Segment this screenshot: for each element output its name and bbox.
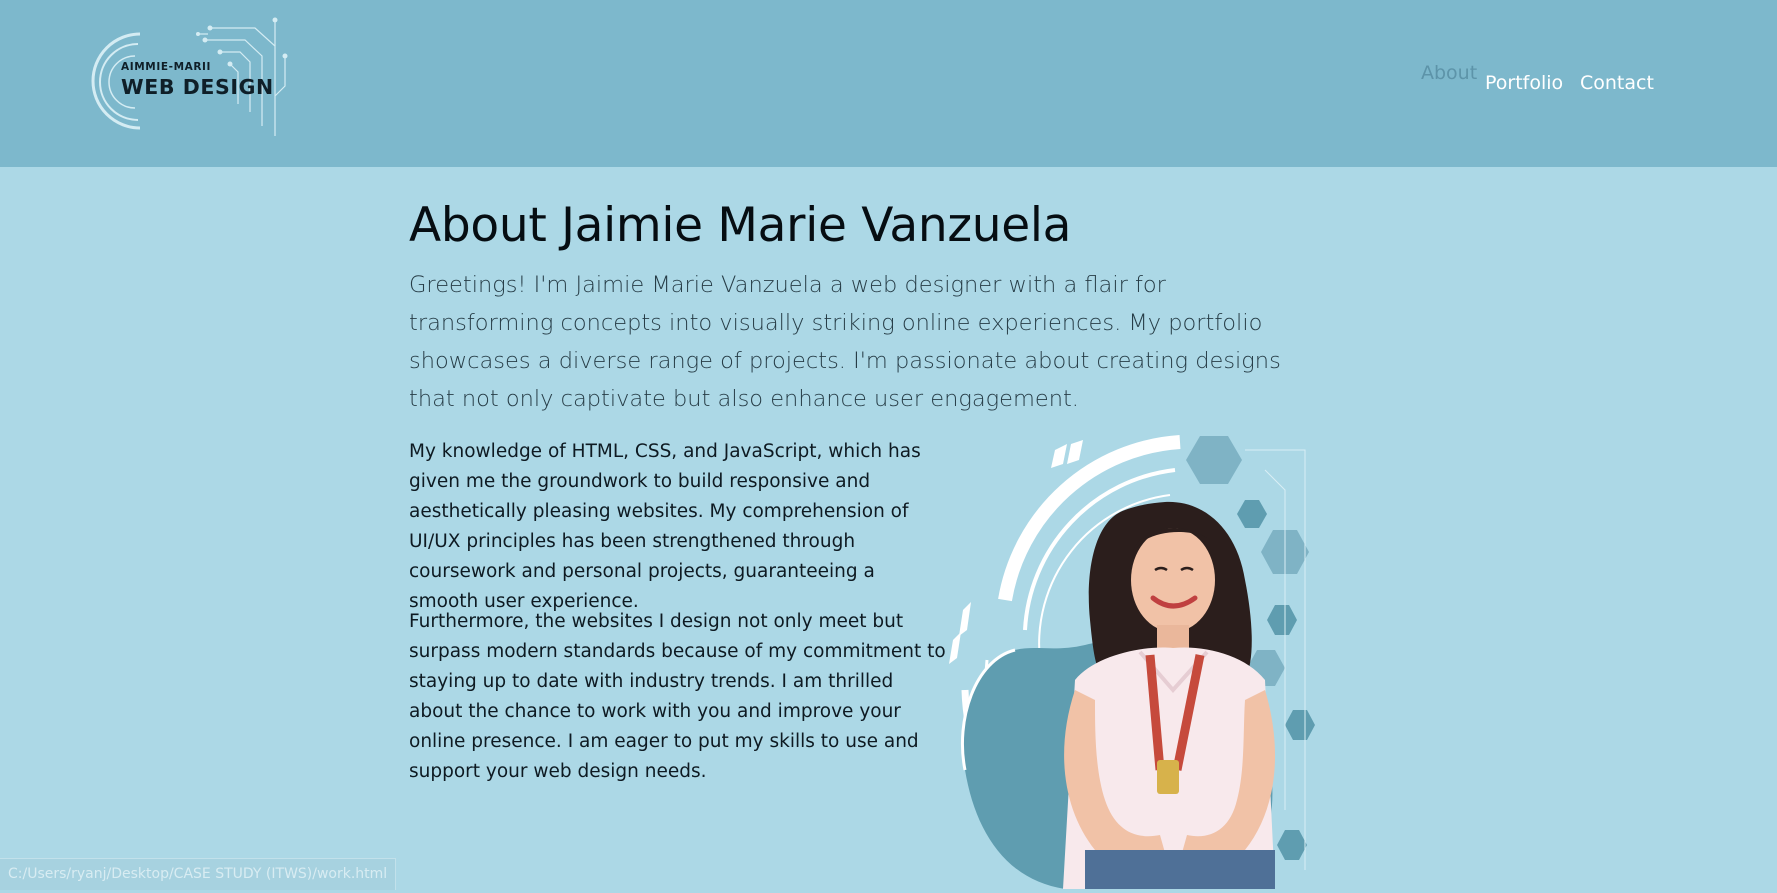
logo-big-text: WEB DESIGN — [121, 75, 274, 99]
site-header: AIMMIE-MARII WEB DESIGN About Portfolio … — [0, 0, 1777, 167]
profile-illustration-icon — [949, 435, 1315, 889]
skills-paragraph: My knowledge of HTML, CSS, and JavaScrip… — [409, 441, 921, 612]
profile-photo — [945, 430, 1320, 889]
main-nav: About Portfolio Contact — [1410, 60, 1710, 100]
nav-portfolio-link[interactable]: Portfolio — [1485, 72, 1563, 94]
nav-contact-link[interactable]: Contact — [1580, 72, 1654, 94]
page-title: About Jaimie Marie Vanzuela — [409, 198, 1072, 253]
status-bar-url: C:/Users/ryanj/Desktop/CASE STUDY (ITWS)… — [0, 858, 397, 890]
logo-small-text: AIMMIE-MARII — [121, 61, 212, 73]
commitment-paragraph: Furthermore, the websites I design not o… — [409, 611, 946, 782]
logo[interactable]: AIMMIE-MARII WEB DESIGN — [80, 16, 325, 148]
intro-paragraph: Greetings! I'm Jaimie Marie Vanzuela a w… — [409, 272, 1281, 412]
nav-about-link[interactable]: About — [1421, 62, 1477, 84]
